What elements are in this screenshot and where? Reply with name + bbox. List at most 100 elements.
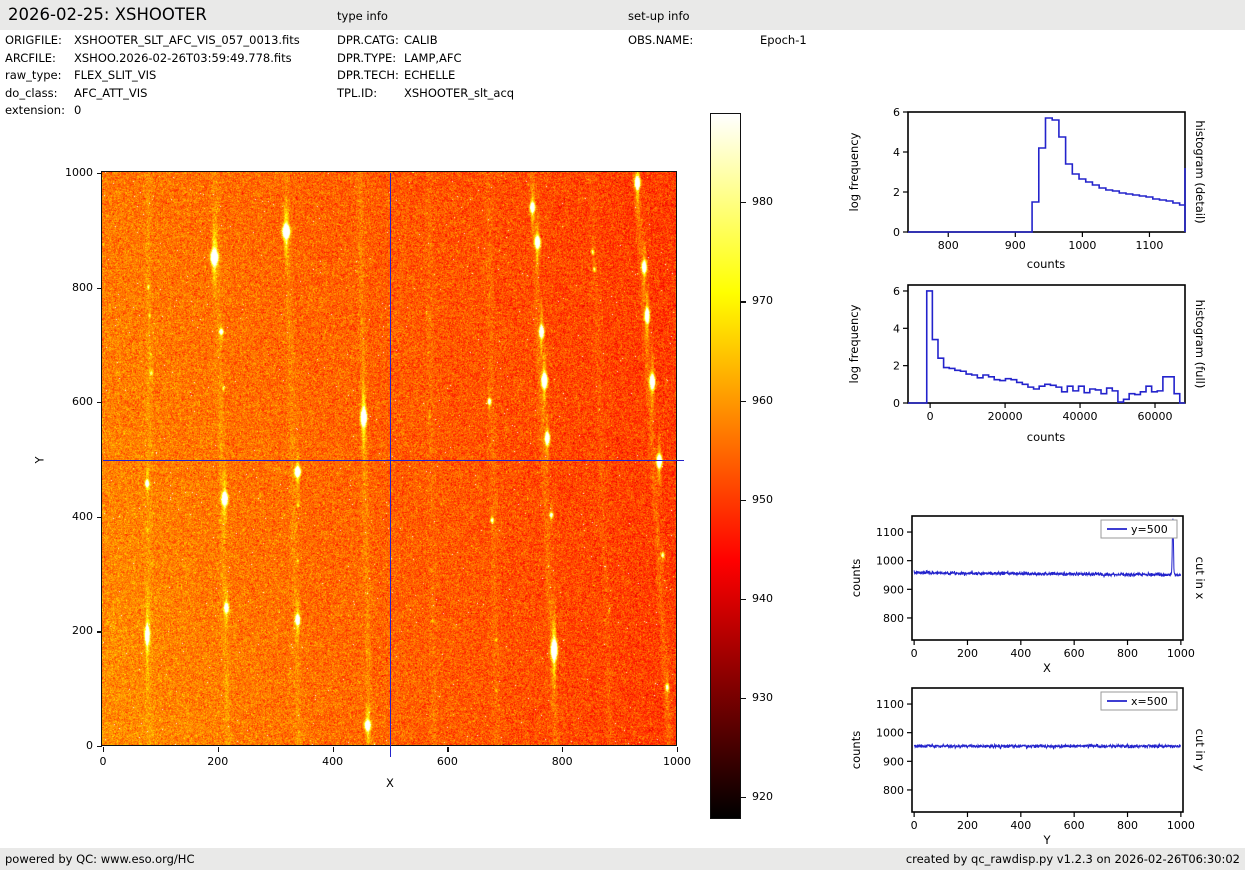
x-tick-label: 0 <box>911 647 918 660</box>
x-axis-tick-label: 800 <box>546 755 578 768</box>
info-label: DPR.TYPE: <box>337 50 404 68</box>
x-axis-tick-label: 600 <box>431 755 463 768</box>
detector-ylabel: Y <box>33 456 47 463</box>
setup-info-header: set-up info <box>628 9 690 23</box>
title-bar: 2026-02-25: XSHOOTER type info set-up in… <box>0 0 1245 30</box>
colorbar-tick-label: 960 <box>752 394 773 407</box>
info-value: CALIB <box>404 32 438 50</box>
detector-xlabel: X <box>386 776 394 790</box>
y-tick-label: 2 <box>893 186 900 199</box>
crosshair-vline <box>390 173 391 757</box>
x-axis-tick-label: 200 <box>202 755 234 768</box>
x-tick-label: 200 <box>957 819 978 832</box>
plot-frame <box>908 285 1185 403</box>
file-info-column: ORIGFILE:XSHOOTER_SLT_AFC_VIS_057_0013.f… <box>5 32 300 120</box>
colorbar-tick-label: 920 <box>752 790 773 803</box>
footer-right-text: created by qc_rawdisp.py v1.2.3 on 2026-… <box>906 852 1240 866</box>
x-tick-label: 0 <box>927 410 934 423</box>
y-tick-label: 1000 <box>876 727 904 740</box>
info-row: ARCFILE:XSHOO.2026-02-26T03:59:49.778.fi… <box>5 50 300 68</box>
info-row: DPR.CATG:CALIB <box>337 32 514 50</box>
legend-label: x=500 <box>1131 695 1168 708</box>
plot-right-label: histogram (detail) <box>1193 120 1207 223</box>
x-axis-tick <box>333 747 334 752</box>
y-tick-label: 800 <box>883 784 904 797</box>
plot-right-label: cut in y <box>1193 729 1207 772</box>
info-label: DPR.CATG: <box>337 32 404 50</box>
info-row: OBS.NAME:Epoch-1 <box>628 32 807 50</box>
colorbar-tick <box>740 301 746 302</box>
info-value: ECHELLE <box>404 67 455 85</box>
plot-ylabel: log frequency <box>847 304 861 383</box>
x-axis-tick-label: 1000 <box>661 755 693 768</box>
info-row: ORIGFILE:XSHOOTER_SLT_AFC_VIS_057_0013.f… <box>5 32 300 50</box>
info-label: raw_type: <box>5 67 74 85</box>
info-value: Epoch-1 <box>760 32 807 50</box>
colorbar-tick-label: 970 <box>752 294 773 307</box>
plot-xlabel: counts <box>1027 257 1065 271</box>
info-value: AFC_ATT_VIS <box>74 85 147 103</box>
info-value: LAMP,AFC <box>404 50 462 68</box>
x-tick-label: 400 <box>1010 647 1031 660</box>
plot-xlabel: X <box>1043 661 1051 675</box>
info-value: FLEX_SLIT_VIS <box>74 67 156 85</box>
y-axis-tick <box>97 517 102 518</box>
colorbar <box>710 113 741 819</box>
x-axis-tick <box>103 747 104 752</box>
x-axis-tick-label: 400 <box>317 755 349 768</box>
cut-line <box>914 744 1181 750</box>
legend-box <box>1101 692 1177 710</box>
y-tick-label: 6 <box>893 106 900 119</box>
plot-ylabel: counts <box>849 559 863 597</box>
y-axis-tick <box>97 173 102 174</box>
y-axis-tick <box>97 288 102 289</box>
page-title: 2026-02-25: XSHOOTER <box>8 5 207 24</box>
y-tick-label: 4 <box>893 322 900 335</box>
type-info-header: type info <box>337 9 388 23</box>
colorbar-tick-label: 980 <box>752 195 773 208</box>
legend-box <box>1101 520 1177 538</box>
info-label: TPL.ID: <box>337 85 404 103</box>
y-tick-label: 1100 <box>876 526 904 539</box>
x-tick-label: 60000 <box>1138 410 1173 423</box>
x-tick-label: 200 <box>957 647 978 660</box>
y-tick-label: 0 <box>893 397 900 410</box>
x-tick-label: 20000 <box>988 410 1023 423</box>
x-tick-label: 800 <box>1117 647 1138 660</box>
info-label: ARCFILE: <box>5 50 74 68</box>
info-row: extension:0 <box>5 102 300 120</box>
x-axis-tick-label: 0 <box>87 755 119 768</box>
colorbar-tick <box>740 500 746 501</box>
x-axis-tick <box>218 747 219 752</box>
y-tick-label: 6 <box>893 285 900 298</box>
footer-bar: powered by QC: www.eso.org/HC created by… <box>0 848 1245 870</box>
type-info-column: DPR.CATG:CALIBDPR.TYPE:LAMP,AFCDPR.TECH:… <box>337 32 514 102</box>
plot-frame <box>912 516 1183 640</box>
y-axis-tick <box>97 402 102 403</box>
info-row: TPL.ID:XSHOOTER_slt_acq <box>337 85 514 103</box>
info-row: raw_type:FLEX_SLIT_VIS <box>5 67 300 85</box>
info-row: do_class:AFC_ATT_VIS <box>5 85 300 103</box>
y-tick-label: 2 <box>893 360 900 373</box>
info-value: XSHOO.2026-02-26T03:59:49.778.fits <box>74 50 292 68</box>
footer-left-text: powered by QC: www.eso.org/HC <box>5 852 194 866</box>
x-tick-label: 600 <box>1064 647 1085 660</box>
plot-frame <box>908 112 1185 232</box>
colorbar-tick-label: 930 <box>752 691 773 704</box>
info-label: do_class: <box>5 85 74 103</box>
y-axis-tick-label: 400 <box>55 510 93 523</box>
y-tick-label: 900 <box>883 755 904 768</box>
x-tick-label: 0 <box>911 819 918 832</box>
plot-xlabel: Y <box>1042 833 1051 847</box>
plot-xlabel: counts <box>1027 430 1065 444</box>
info-label: OBS.NAME: <box>628 32 760 50</box>
x-tick-label: 1000 <box>1068 239 1096 252</box>
cut-line <box>914 519 1181 578</box>
info-label: ORIGFILE: <box>5 32 74 50</box>
x-tick-label: 600 <box>1064 819 1085 832</box>
x-tick-label: 40000 <box>1063 410 1098 423</box>
plot-right-label: histogram (full) <box>1193 300 1207 389</box>
x-tick-label: 900 <box>1005 239 1026 252</box>
x-tick-label: 1000 <box>1167 819 1195 832</box>
x-tick-label: 1100 <box>1135 239 1163 252</box>
